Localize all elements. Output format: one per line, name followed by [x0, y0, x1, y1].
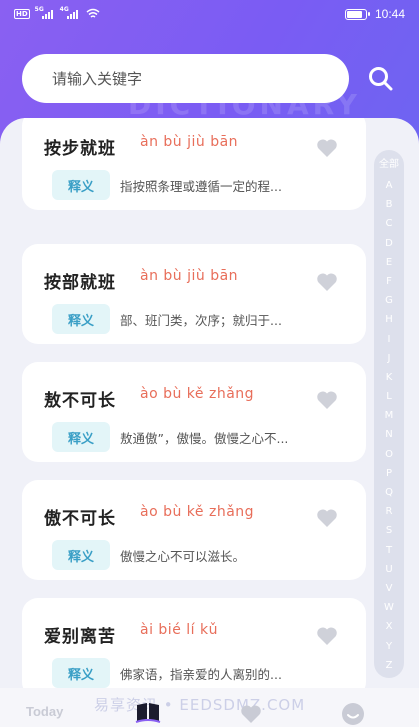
alphabet-index-letter[interactable]: A	[386, 176, 393, 195]
definition-badge: 释义	[52, 170, 110, 200]
favorite-heart-icon[interactable]	[316, 272, 338, 292]
alphabet-index-letter[interactable]: J	[388, 349, 391, 368]
status-indicators: HD 5G 4G	[14, 6, 100, 19]
site-watermark: 易享资讯 • EEDSDMZ.COM	[94, 696, 306, 714]
alphabet-index-letter[interactable]: W	[384, 598, 394, 617]
definition-badge: 释义	[52, 658, 110, 688]
entry-list[interactable]: 按步就班 àn bù jiù bān 释义 指按照条理或遵循一定的程... 按部…	[0, 118, 419, 688]
heart-icon[interactable]	[240, 704, 262, 724]
definition-badge: 释义	[52, 304, 110, 334]
alphabet-index-letter[interactable]: K	[386, 368, 393, 387]
entry-word: 爱别离苦	[44, 627, 116, 647]
alphabet-index-letter[interactable]: R	[386, 502, 393, 521]
definition-badge: 释义	[52, 422, 110, 452]
search-placeholder: 请输入关键字	[52, 70, 143, 88]
alphabet-index-letter[interactable]: V	[386, 579, 393, 598]
alphabet-index-letter[interactable]: T	[386, 541, 392, 560]
alphabet-index-letter[interactable]: N	[385, 425, 392, 444]
alphabet-index-letter[interactable]: P	[386, 464, 392, 483]
alphabet-index-letter[interactable]: I	[388, 330, 391, 349]
favorite-heart-icon[interactable]	[316, 508, 338, 528]
alphabet-index-letter[interactable]: Q	[385, 483, 393, 502]
entry-word: 按部就班	[44, 273, 116, 293]
status-bar: HD 5G 4G 10:44	[0, 0, 419, 30]
entry-pinyin: àn bù jiù bān	[140, 268, 239, 284]
entry-pinyin: ào bù kě zhǎng	[140, 504, 255, 520]
entry-definition: 敖通傲”，傲慢。傲慢之心不...	[120, 431, 289, 446]
battery-icon	[344, 8, 370, 20]
status-right: 10:44	[344, 7, 405, 21]
bottom-tab-bar: 易享资讯 • EEDSDMZ.COM Today	[0, 688, 419, 727]
entry-definition: 佛家语，指亲爱的人离别的...	[120, 667, 282, 682]
alphabet-index-letter[interactable]: U	[385, 560, 392, 579]
alphabet-index-letter[interactable]: H	[385, 310, 393, 329]
signal-icon: 5G	[35, 6, 53, 19]
alphabet-index-letter[interactable]: O	[385, 445, 393, 464]
entry-definition: 指按照条理或遵循一定的程...	[120, 179, 282, 194]
alphabet-index[interactable]: 全部 ABCDEFGHIJKLMNOPQRSTUVWXYZ	[374, 150, 404, 678]
alphabet-index-letter[interactable]: S	[386, 521, 392, 540]
entry-pinyin: ào bù kě zhǎng	[140, 386, 255, 402]
alphabet-index-letter[interactable]: Z	[386, 656, 393, 675]
entry-card[interactable]: 按步就班 àn bù jiù bān 释义 指按照条理或遵循一定的程...	[22, 118, 366, 210]
definition-badge: 释义	[52, 540, 110, 570]
favorite-heart-icon[interactable]	[316, 626, 338, 646]
book-icon[interactable]	[134, 701, 162, 723]
entry-pinyin: ài bié lí kǔ	[140, 622, 218, 638]
alphabet-index-letter[interactable]: L	[386, 387, 392, 406]
alphabet-index-letter[interactable]: Y	[386, 637, 392, 656]
alphabet-index-letter[interactable]: M	[385, 406, 394, 425]
entry-definition: 傲慢之心不可以滋长。	[120, 549, 246, 564]
alphabet-index-letter[interactable]: E	[386, 253, 392, 272]
entry-word: 敖不可长	[44, 391, 116, 411]
wifi-icon	[86, 8, 100, 18]
alphabet-index-all[interactable]: 全部	[379, 154, 399, 176]
alphabet-index-letter[interactable]: G	[385, 291, 393, 310]
search-icon[interactable]	[366, 64, 396, 94]
smile-icon[interactable]	[340, 701, 366, 727]
entry-word: 傲不可长	[44, 509, 116, 529]
alphabet-index-letter[interactable]: X	[386, 617, 393, 636]
favorite-heart-icon[interactable]	[316, 390, 338, 410]
favorite-heart-icon[interactable]	[316, 138, 338, 158]
alphabet-index-letter[interactable]: C	[386, 214, 393, 233]
clock-time: 10:44	[374, 7, 405, 21]
alphabet-index-letter[interactable]: D	[385, 234, 393, 253]
entry-card[interactable]: 按部就班 àn bù jiù bān 释义 部、班门类，次序；就归于...	[22, 244, 366, 344]
alphabet-index-letter[interactable]: B	[386, 195, 393, 214]
search-input[interactable]: 请输入关键字	[22, 54, 349, 103]
entry-card[interactable]: 傲不可长 ào bù kě zhǎng 释义 傲慢之心不可以滋长。	[22, 480, 366, 580]
entry-word: 按步就班	[44, 139, 116, 159]
signal-icon-2: 4G	[60, 6, 78, 19]
entry-pinyin: àn bù jiù bān	[140, 134, 239, 150]
alphabet-index-letter[interactable]: F	[386, 272, 392, 291]
hd-badge: HD	[14, 8, 30, 19]
signal-type-label: 5G	[34, 5, 44, 13]
entry-definition: 部、班门类，次序；就归于...	[120, 313, 282, 328]
entry-card[interactable]: 敖不可长 ào bù kě zhǎng 释义 敖通傲”，傲慢。傲慢之心不...	[22, 362, 366, 462]
entry-card[interactable]: 爱别离苦 ài bié lí kǔ 释义 佛家语，指亲爱的人离别的...	[22, 598, 366, 688]
signal-type-label-2: 4G	[59, 5, 69, 13]
tab-today[interactable]: Today	[26, 704, 63, 719]
